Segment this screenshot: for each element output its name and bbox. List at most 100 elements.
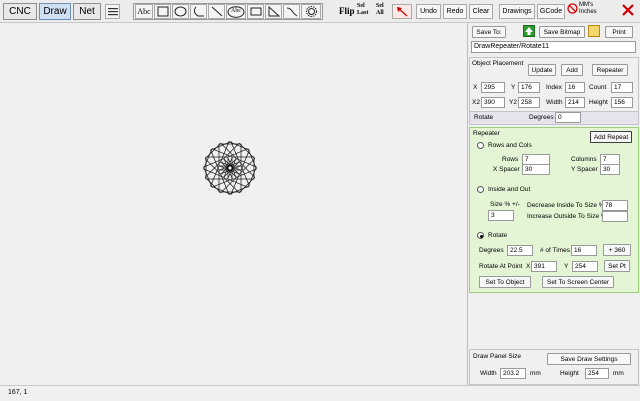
rotate-label: Rotate xyxy=(474,114,494,121)
add-repeat-button[interactable]: Add Repeat xyxy=(590,131,632,143)
index-label: Index xyxy=(546,84,562,91)
abc-circle-text-icon[interactable]: Abc xyxy=(226,4,246,19)
gear-icon[interactable] xyxy=(301,4,321,19)
plus-360-button[interactable]: + 360 xyxy=(603,244,631,256)
drawings-button[interactable]: Drawings xyxy=(499,4,535,19)
tab-cnc[interactable]: CNC xyxy=(3,3,37,20)
triangle-icon[interactable] xyxy=(265,4,282,19)
ellipse-icon[interactable] xyxy=(172,4,189,19)
repeater-degrees-label: Degrees xyxy=(479,247,504,254)
set-pt-button[interactable]: Set Pt xyxy=(604,260,630,272)
units-mm-label: MM's xyxy=(579,2,594,8)
flip-label: Flip xyxy=(339,6,355,16)
rectangle-icon[interactable] xyxy=(247,4,264,19)
save-bitmap-button[interactable]: Save Bitmap xyxy=(539,26,585,38)
repeater-rotate-label: Rotate xyxy=(488,232,508,239)
x-spacer-label: X Spacer xyxy=(493,166,520,173)
drawing-name-field[interactable]: DrawRepeater/Rotate11 xyxy=(471,41,636,53)
x-spacer-field[interactable]: 30 xyxy=(522,164,550,175)
decrease-field[interactable]: 78 xyxy=(602,200,628,211)
add-button[interactable]: Add xyxy=(561,64,583,76)
rotate-point-label: Rotate At Point xyxy=(479,263,523,270)
undo-button[interactable]: Undo xyxy=(416,4,441,19)
units-inches-label: Inches xyxy=(579,9,597,15)
tab-draw[interactable]: Draw xyxy=(39,3,71,20)
close-icon[interactable] xyxy=(621,3,635,17)
index-field[interactable]: 16 xyxy=(565,82,585,93)
times-field[interactable]: 16 xyxy=(571,245,597,256)
y-spacer-field[interactable]: 30 xyxy=(600,164,620,175)
toolbar: CNC Draw Net Abc Abc Flip Sel Last Sel A… xyxy=(0,0,640,23)
inside-out-label: Inside and Out xyxy=(488,186,531,193)
height-label: Height xyxy=(589,99,608,106)
square-icon[interactable] xyxy=(154,4,171,19)
rotate-point-y-field[interactable]: 254 xyxy=(572,261,598,272)
size-pct-field[interactable]: 3 xyxy=(488,210,514,221)
rotate-section xyxy=(469,111,639,125)
abc-text-icon[interactable]: Abc xyxy=(135,4,153,19)
increase-label: Increase Outside To Size % xyxy=(527,213,607,220)
menu-icon[interactable] xyxy=(105,4,120,19)
y-spacer-label: Y Spacer xyxy=(571,166,598,173)
width-field[interactable]: 214 xyxy=(565,97,585,108)
y-label: Y xyxy=(511,84,516,91)
save-arrow-icon[interactable] xyxy=(523,25,535,37)
rotate-radio[interactable] xyxy=(477,232,484,239)
rotated-squares-drawing xyxy=(203,141,257,195)
no-units-icon[interactable] xyxy=(567,3,578,14)
rotate-degrees-field[interactable]: 0 xyxy=(555,112,581,123)
update-button[interactable]: Update xyxy=(528,64,556,76)
panel-width-label: Width xyxy=(480,370,497,377)
select-all-icon[interactable]: Sel All xyxy=(376,3,390,17)
count-label: Count xyxy=(589,84,607,91)
rotate-point-y-label: Y xyxy=(564,263,569,270)
line-icon[interactable] xyxy=(208,4,225,19)
abc-text-label: Abc xyxy=(137,7,151,16)
redo-button[interactable]: Redo xyxy=(443,4,467,19)
properties-panel: Save To: Save Bitmap Print DrawRepeater/… xyxy=(469,23,640,385)
sel-last-label: Sel Last xyxy=(357,3,369,16)
times-label: # of Times xyxy=(540,247,570,254)
x2-field[interactable]: 390 xyxy=(481,97,505,108)
status-bar: 167, 1 xyxy=(0,385,640,401)
y-field[interactable]: 176 xyxy=(518,82,540,93)
gcode-button[interactable]: GCode xyxy=(537,4,565,19)
x-field[interactable]: 295 xyxy=(481,82,505,93)
count-field[interactable]: 17 xyxy=(611,82,633,93)
increase-field[interactable] xyxy=(602,211,628,222)
select-last-icon[interactable]: Sel Last xyxy=(357,3,373,17)
curve-icon[interactable] xyxy=(283,4,300,19)
set-to-screen-center-button[interactable]: Set To Screen Center xyxy=(542,276,614,288)
height-field[interactable]: 156 xyxy=(611,97,633,108)
repeater-button[interactable]: Repeater xyxy=(592,64,628,76)
save-draw-settings-button[interactable]: Save Draw Settings xyxy=(547,353,631,365)
sel-all-label: Sel All xyxy=(376,3,384,16)
rotate-point-x-field[interactable]: 391 xyxy=(531,261,557,272)
save-to-button[interactable]: Save To: xyxy=(472,26,506,38)
draw-panel-size-title: Draw Panel Size xyxy=(473,353,522,360)
draw-canvas[interactable] xyxy=(0,23,468,385)
panel-height-field[interactable]: 254 xyxy=(585,368,609,379)
cursor-coords: 167, 1 xyxy=(8,389,28,396)
print-button[interactable]: Print xyxy=(605,26,633,38)
repeater-degrees-field[interactable]: 22.5 xyxy=(507,245,533,256)
repeater-title: Repeater xyxy=(473,130,500,137)
abc-circle-text-label: Abc xyxy=(231,8,241,14)
rows-cols-radio[interactable] xyxy=(477,142,484,149)
tab-net[interactable]: Net xyxy=(73,3,101,20)
x2-label: X2 xyxy=(472,99,480,106)
clear-button[interactable]: Clear xyxy=(469,4,493,19)
inside-out-radio[interactable] xyxy=(477,186,484,193)
pointer-arrow-icon[interactable] xyxy=(392,4,412,19)
rows-label: Rows xyxy=(502,156,519,163)
y2-field[interactable]: 258 xyxy=(518,97,540,108)
panel-width-field[interactable]: 203.2 xyxy=(500,368,526,379)
units-toggle[interactable]: MM's Inches xyxy=(579,2,597,16)
flip-icon[interactable]: Flip xyxy=(339,6,355,16)
set-to-object-button[interactable]: Set To Object xyxy=(479,276,531,288)
size-pct-label: Size % +/- xyxy=(490,201,520,208)
folder-icon[interactable] xyxy=(588,25,600,37)
rows-cols-label: Rows and Cols xyxy=(488,142,532,149)
arc-icon[interactable] xyxy=(190,4,207,19)
decrease-label: Decrease Inside To Size % xyxy=(527,202,605,209)
